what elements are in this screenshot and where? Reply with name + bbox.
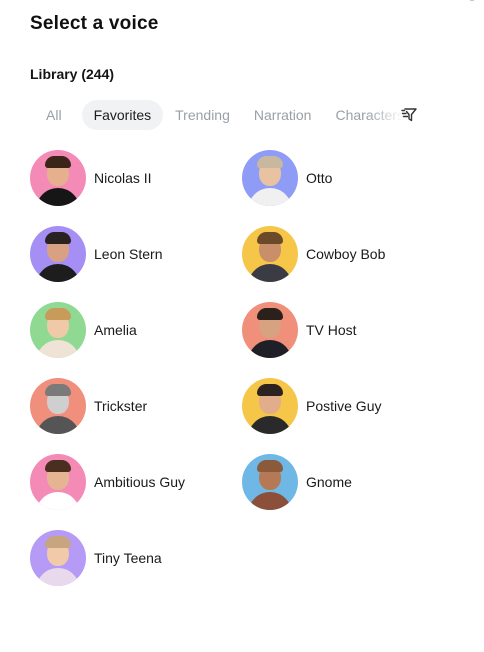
voice-item[interactable]: Tiny Teena xyxy=(30,530,162,586)
avatar-shoulders xyxy=(248,264,292,282)
avatar-hair xyxy=(45,156,71,168)
tab-narration[interactable]: Narration xyxy=(242,100,324,130)
filter-icon xyxy=(401,108,417,122)
voice-name: Postive Guy xyxy=(306,398,382,414)
avatar xyxy=(30,150,86,206)
voice-item[interactable]: Leon Stern xyxy=(30,226,163,282)
tab-trending[interactable]: Trending xyxy=(163,100,242,130)
avatar-hair xyxy=(257,384,283,396)
avatar-shoulders xyxy=(248,340,292,358)
window-corner-mark xyxy=(470,0,474,3)
avatar xyxy=(30,378,86,434)
avatar xyxy=(30,530,86,586)
voice-item[interactable]: Cowboy Bob xyxy=(242,226,385,282)
avatar xyxy=(242,226,298,282)
voice-name: Leon Stern xyxy=(94,246,163,262)
voice-item[interactable]: Otto xyxy=(242,150,332,206)
avatar-hair xyxy=(257,308,283,320)
avatar-shoulders xyxy=(36,416,80,434)
voice-item[interactable]: Trickster xyxy=(30,378,147,434)
voice-name: Tiny Teena xyxy=(94,550,162,566)
library-count: Library (244) xyxy=(30,66,115,82)
voice-name: Nicolas II xyxy=(94,170,152,186)
tab-characters[interactable]: Characters xyxy=(323,100,410,130)
avatar-hair xyxy=(45,460,71,472)
avatar-shoulders xyxy=(36,568,80,586)
voice-name: TV Host xyxy=(306,322,357,338)
avatar xyxy=(242,150,298,206)
voice-name: Cowboy Bob xyxy=(306,246,386,262)
voice-item[interactable]: Gnome xyxy=(242,454,352,510)
avatar-hair xyxy=(257,460,283,472)
avatar xyxy=(30,226,86,282)
avatar-hair xyxy=(45,536,71,548)
voice-name: Otto xyxy=(306,170,333,186)
voice-item[interactable]: Ambitious Guy xyxy=(30,454,185,510)
voice-name: Amelia xyxy=(94,322,137,338)
avatar-hair xyxy=(45,232,71,244)
tab-favorites[interactable]: Favorites xyxy=(81,100,164,130)
voice-item[interactable]: Amelia xyxy=(30,302,137,358)
voice-item[interactable]: TV Host xyxy=(242,302,357,358)
avatar-shoulders xyxy=(36,340,80,358)
category-tabs: All Favorites Trending Narration Charact… xyxy=(30,100,410,130)
voice-item[interactable]: Postive Guy xyxy=(242,378,381,434)
voice-item[interactable]: Nicolas II xyxy=(30,150,152,206)
avatar-shoulders xyxy=(248,188,292,206)
avatar-shoulders xyxy=(36,492,80,510)
avatar xyxy=(242,454,298,510)
avatar-hair xyxy=(45,384,71,396)
avatar-shoulders xyxy=(248,492,292,510)
avatar-shoulders xyxy=(36,188,80,206)
avatar-hair xyxy=(257,232,283,244)
avatar xyxy=(242,378,298,434)
voice-name: Ambitious Guy xyxy=(94,474,186,490)
avatar xyxy=(242,302,298,358)
avatar-shoulders xyxy=(248,416,292,434)
avatar xyxy=(30,302,86,358)
avatar xyxy=(30,454,86,510)
tab-all[interactable]: All xyxy=(30,100,74,130)
voice-name: Trickster xyxy=(94,398,148,414)
page-title: Select a voice xyxy=(30,13,159,34)
filter-button[interactable] xyxy=(400,105,420,125)
avatar-hair xyxy=(45,308,71,320)
voice-name: Gnome xyxy=(306,474,352,490)
avatar-hair xyxy=(257,156,283,168)
avatar-shoulders xyxy=(36,264,80,282)
